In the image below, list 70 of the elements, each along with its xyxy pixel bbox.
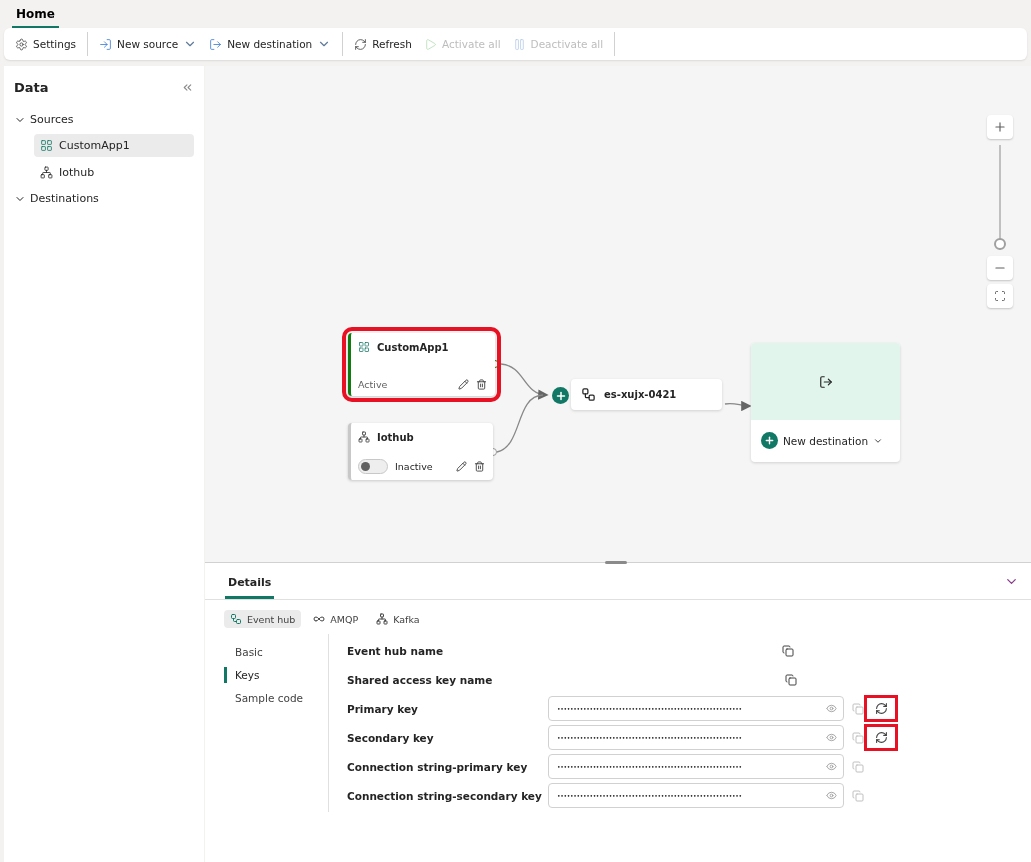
protocol-tab[interactable]: AMQP	[307, 610, 365, 628]
toggle-switch[interactable]	[358, 459, 388, 474]
eye-icon[interactable]	[826, 732, 837, 743]
hub-icon	[358, 431, 370, 443]
tree-group[interactable]: Destinations	[14, 188, 194, 209]
tree-group[interactable]: Sources	[14, 109, 194, 130]
kafka-icon	[376, 613, 389, 625]
delete-button[interactable]	[476, 379, 487, 390]
plus-icon	[554, 389, 567, 402]
fit-view-icon	[994, 290, 1006, 302]
plus-circle-icon	[761, 432, 778, 449]
add-button[interactable]	[552, 387, 569, 404]
app-grid-icon	[358, 341, 370, 353]
tree-item[interactable]: CustomApp1	[34, 134, 194, 157]
nav-item[interactable]: Keys	[224, 667, 328, 683]
edit-button[interactable]	[458, 379, 469, 390]
slider-thumb[interactable]	[994, 238, 1006, 250]
field-label: Shared access key name	[347, 673, 494, 686]
event-hub-icon	[230, 613, 242, 625]
panel-title: Data	[14, 80, 49, 95]
nav-item[interactable]: Basic	[224, 644, 328, 660]
zoom-in-button[interactable]	[987, 115, 1013, 139]
protocol-tab[interactable]: Event hub	[224, 610, 302, 628]
exit-icon	[818, 374, 833, 389]
toolbar-button[interactable]: Settings	[10, 33, 82, 55]
collapse-button[interactable]	[181, 81, 194, 94]
connector-line	[724, 400, 752, 411]
field-label: Connection string-secondary key	[347, 789, 543, 802]
fit-view-button[interactable]	[987, 284, 1013, 308]
toolbar-button[interactable]: New destination	[204, 33, 337, 55]
plus-icon	[993, 120, 1007, 134]
status-text: Active	[358, 379, 389, 390]
field-label: Event hub name	[347, 644, 445, 657]
refresh-button[interactable]	[874, 731, 888, 744]
details-tab[interactable]: Details	[225, 576, 275, 599]
exit-icon	[209, 37, 223, 51]
toolbar-button[interactable]: Refresh	[349, 33, 417, 55]
refresh-button[interactable]	[874, 702, 888, 715]
node-title: Iothub	[377, 431, 414, 443]
field-label: Primary key	[347, 702, 419, 715]
pause-icon	[512, 37, 526, 51]
edit-button[interactable]	[456, 461, 467, 472]
hub-icon	[40, 166, 53, 179]
zoom-out-button[interactable]	[987, 256, 1013, 280]
tree-item[interactable]: Iothub	[34, 161, 194, 184]
refresh-icon	[354, 37, 368, 51]
copy-button[interactable]	[785, 673, 797, 686]
source-node[interactable]: Iothub Inactive	[348, 423, 493, 480]
app-grid-icon	[40, 139, 53, 152]
eye-icon[interactable]	[826, 703, 837, 714]
node-title: CustomApp1	[377, 341, 449, 353]
resize-handle[interactable]	[605, 561, 627, 564]
enter-icon	[99, 37, 113, 51]
eye-icon[interactable]	[826, 761, 837, 772]
settings-icon	[15, 37, 28, 51]
status-text: Inactive	[395, 461, 434, 472]
rings-icon	[313, 613, 326, 625]
delete-button[interactable]	[474, 461, 485, 472]
field-label: Connection string-primary key	[347, 760, 529, 773]
stream-node[interactable]: es-xujx-0421	[571, 379, 722, 410]
node-title: es-xujx-0421	[604, 389, 677, 400]
eye-icon[interactable]	[826, 790, 837, 801]
nav-item[interactable]: Sample code	[224, 690, 328, 706]
toolbar-button[interactable]: New source	[94, 33, 203, 55]
new-destination-button[interactable]: New destination	[751, 420, 900, 461]
protocol-tab[interactable]: Kafka	[370, 610, 426, 628]
play-icon	[423, 37, 437, 51]
copy-button[interactable]	[782, 644, 794, 657]
stream-icon	[581, 387, 596, 402]
field-label: Secondary key	[347, 731, 435, 744]
